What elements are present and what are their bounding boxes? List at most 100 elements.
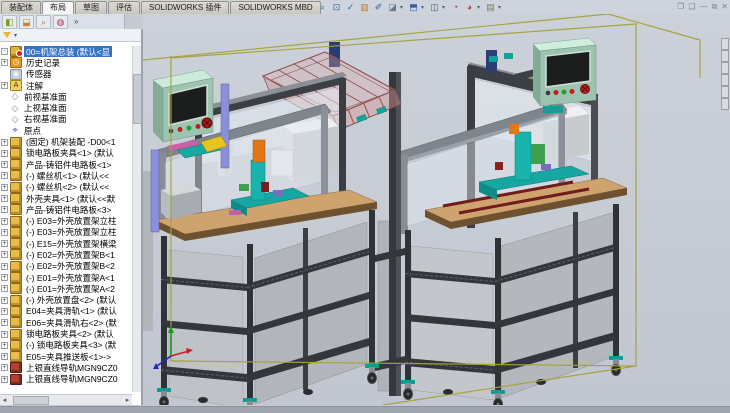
estop-button-left[interactable] (202, 118, 212, 128)
tree-item-15[interactable]: +(-) E03=外壳放置架立柱 (0, 215, 132, 226)
tree-item-28[interactable]: +上银直线导轨MGN9CZ0 (0, 362, 132, 373)
tree-item-8[interactable]: +(固定) 机架装配 -D00<1 (0, 136, 132, 147)
hide-show-items-icon[interactable]: ◔ (449, 1, 462, 13)
tree-item-19[interactable]: +(-) E02=外壳放置架B<2 (0, 261, 132, 272)
measure-icon[interactable]: ▥ (358, 1, 371, 13)
tree-expander[interactable]: + (1, 59, 8, 66)
command-tab-2[interactable]: 草图 (75, 1, 107, 14)
tree-expander[interactable]: + (1, 319, 8, 326)
tree-item-13[interactable]: +外壳夹具<1> (默认<<默 (0, 193, 132, 204)
section-view-icon[interactable]: ◪ (386, 1, 399, 13)
tree-expander[interactable]: + (1, 376, 8, 383)
view-orientation-icon-dropdown[interactable]: ▾ (421, 4, 427, 11)
previous-view-icon[interactable]: ✓ (344, 1, 357, 13)
appearances-icon[interactable]: ◍ (53, 15, 68, 29)
task-pane-tab-2[interactable] (721, 62, 729, 74)
tree-expander[interactable]: + (1, 274, 8, 281)
tree-item-5[interactable]: ◇上视基准面 (0, 102, 132, 113)
task-pane-tab-0[interactable] (721, 38, 729, 50)
apply-scene-icon[interactable]: ▤ (484, 1, 497, 13)
command-tab-0[interactable]: 装配体 (1, 1, 41, 14)
tree-item-22[interactable]: +(-) 外壳放置盘<2> (默认 (0, 295, 132, 306)
tree-item-12[interactable]: +(-) 螺丝机<2> (默认<< (0, 182, 132, 193)
tree-item-1[interactable]: +◷历史记录 (0, 57, 132, 68)
tree-expander[interactable]: + (1, 353, 8, 360)
section-view-icon-dropdown[interactable]: ▾ (400, 4, 406, 11)
tree-item-7[interactable]: ⌖原点 (0, 125, 132, 136)
tree-item-23[interactable]: +E04=夹具滑轨<1> (默认 (0, 306, 132, 317)
tree-expander[interactable]: - (1, 48, 8, 55)
tree-item-16[interactable]: +(-) E03=外壳放置架立柱 (0, 227, 132, 238)
tree-expander[interactable]: + (1, 308, 8, 315)
scroll-right-arrow[interactable]: ▸ (123, 396, 132, 404)
tree-item-0[interactable]: -00=机架总装 (默认<显 (0, 46, 132, 57)
tree-expander[interactable]: + (1, 139, 8, 146)
edit-appearance-icon-dropdown[interactable]: ▾ (477, 4, 483, 11)
task-pane-tab-1[interactable] (721, 50, 729, 62)
tree-expander[interactable]: + (1, 251, 8, 258)
tree-horizontal-scrollbar[interactable]: ◂ ▸ (0, 394, 132, 405)
display-style-icon[interactable]: ◫ (428, 1, 441, 13)
tile-icon[interactable]: ❑ (688, 2, 695, 12)
scroll-left-arrow[interactable]: ◂ (0, 396, 9, 404)
command-tab-4[interactable]: SOLIDWORKS 插件 (141, 1, 229, 14)
edit-component-icon[interactable]: ◧ (2, 15, 17, 29)
tree-expander[interactable]: + (1, 184, 8, 191)
view-orientation-icon[interactable]: ⬒ (407, 1, 420, 13)
tree-expander[interactable]: + (1, 218, 8, 225)
task-pane-tab-5[interactable] (721, 98, 729, 110)
tree-item-20[interactable]: +(-) E01=外壳放置架A<1 (0, 272, 132, 283)
machine-station-right[interactable] (399, 38, 627, 405)
tree-expander[interactable]: + (1, 161, 8, 168)
feature-tree-filter[interactable]: ▾ (0, 29, 141, 42)
tree-expander[interactable]: + (1, 195, 8, 202)
tree-expander[interactable]: + (1, 150, 8, 157)
zoom-to-fit-icon[interactable]: ⌕ (316, 1, 329, 13)
tree-expander[interactable]: + (1, 172, 8, 179)
tree-item-4[interactable]: ◇前视基准面 (0, 91, 132, 102)
tree-item-2[interactable]: ◉传感器 (0, 69, 132, 80)
minimize-icon[interactable]: — (700, 2, 708, 12)
tree-item-27[interactable]: +E05=夹具推送板<1>-> (0, 351, 132, 362)
tree-expander[interactable]: + (1, 364, 8, 371)
tree-item-25[interactable]: +锁电路板夹具<2> (默认 (0, 328, 132, 339)
filter-caret-icon[interactable]: ▾ (14, 32, 17, 39)
tree-item-10[interactable]: +产品-铸铝件电路板<1> (0, 159, 132, 170)
tree-item-9[interactable]: +锁电路板夹具<1> (默认 (0, 148, 132, 159)
tree-item-18[interactable]: +(-) E02=外壳放置架B<1 (0, 249, 132, 260)
toolbar-overflow-button[interactable]: » (74, 17, 78, 26)
tree-expander[interactable]: + (1, 206, 8, 213)
tree-expander[interactable]: + (1, 82, 8, 89)
command-tab-5[interactable]: SOLIDWORKS MBD (230, 1, 320, 14)
command-tab-3[interactable]: 评估 (108, 1, 140, 14)
apply-scene-icon-dropdown[interactable]: ▾ (498, 4, 504, 11)
tree-item-21[interactable]: +(-) E01=外壳放置架A<2 (0, 283, 132, 294)
tree-expander[interactable]: + (1, 297, 8, 304)
tree-item-3[interactable]: +A注解 (0, 80, 132, 91)
insert-components-icon[interactable]: ⬓ (19, 15, 34, 29)
scrollbar-thumb[interactable] (13, 396, 49, 405)
task-pane-tab-4[interactable] (721, 86, 729, 98)
tree-expander[interactable]: + (1, 263, 8, 270)
tree-item-17[interactable]: +(-) E15=外壳放置架横梁 (0, 238, 132, 249)
tree-item-11[interactable]: +(-) 螺丝机<1> (默认<< (0, 170, 132, 181)
tree-item-29[interactable]: +上银直线导轨MGN9CZ0 (0, 374, 132, 385)
tree-vertical-scrollbar[interactable] (132, 46, 141, 392)
tree-expander[interactable]: + (1, 331, 8, 338)
tree-item-26[interactable]: +(-) 锁电路板夹具<3> (默 (0, 340, 132, 351)
tree-item-24[interactable]: +E06=夹具滑轨右<2> (默 (0, 317, 132, 328)
scrollbar-thumb[interactable] (133, 74, 142, 124)
task-pane-tab-3[interactable] (721, 74, 729, 86)
tree-expander[interactable]: + (1, 240, 8, 247)
tree-expander[interactable]: + (1, 229, 8, 236)
tree-item-14[interactable]: +产品-铸铝件电路板<3> (0, 204, 132, 215)
assembly-scene[interactable] (143, 14, 730, 405)
component-preview-icon[interactable]: ⌕ (36, 15, 51, 29)
sketch-icon[interactable]: ✐ (372, 1, 385, 13)
graphics-area[interactable] (143, 14, 730, 405)
center-column[interactable] (371, 72, 405, 396)
zoom-to-area-icon[interactable]: ⊡ (330, 1, 343, 13)
restore-icon[interactable]: ⧉ (712, 2, 718, 12)
edit-appearance-icon[interactable]: ◕ (463, 1, 476, 13)
close-icon[interactable]: ✕ (721, 2, 728, 12)
